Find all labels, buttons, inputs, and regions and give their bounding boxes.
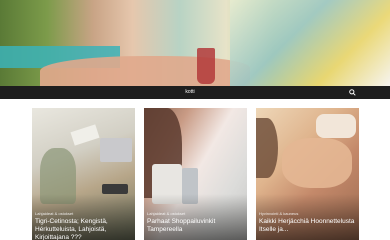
search-query[interactable]: kotti — [0, 86, 380, 99]
hero-person — [40, 56, 250, 86]
hero-shirt — [230, 0, 390, 86]
article-category[interactable]: Lahjaideat & ostokset — [35, 211, 73, 216]
article-card[interactable]: Lahjaideat & ostokset Parhaat Shoppailuv… — [144, 108, 247, 240]
search-icon[interactable] — [349, 89, 356, 96]
article-title[interactable]: Parhaat Shoppailuvinkit Tampereella — [147, 218, 244, 234]
hero-wine-glass — [197, 48, 215, 84]
article-title[interactable]: Kaikki Herjäcchiä Hoonnettelusta Itselle… — [259, 218, 356, 234]
article-card[interactable]: Hyvinvointi & kauneus Kaikki Herjäcchiä … — [256, 108, 359, 240]
article-title[interactable]: Tigri-Cetinosta; Kengistä, Hérkutteluist… — [35, 218, 132, 240]
article-category[interactable]: Lahjaideat & ostokset — [147, 211, 185, 216]
article-category[interactable]: Hyvinvointi & kauneus — [259, 211, 298, 216]
search-bar[interactable]: kotti — [0, 86, 390, 99]
hero-image — [0, 0, 390, 86]
article-card[interactable]: Lahjaideat & ostokset Tigri-Cetinosta; K… — [32, 108, 135, 240]
